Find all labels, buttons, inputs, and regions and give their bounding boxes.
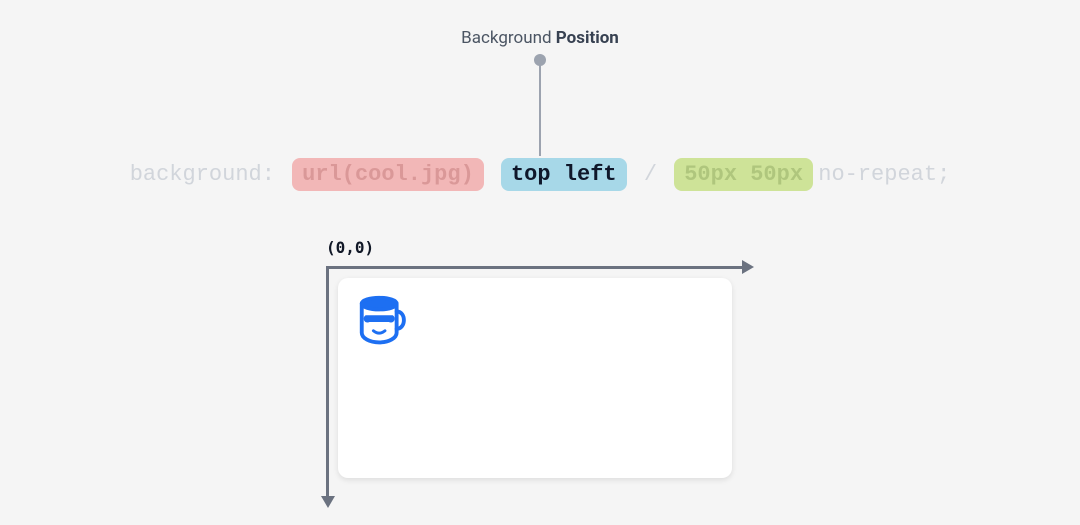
code-size-token: 50px 50px: [674, 158, 813, 191]
origin-label: (0,0): [326, 238, 374, 257]
arrow-right-icon: [742, 260, 754, 274]
background-box: [338, 278, 732, 478]
diagram-title: Background Position: [0, 28, 1080, 48]
title-prefix: Background: [461, 28, 556, 48]
x-axis-line-icon: [326, 266, 742, 269]
code-url-token: url(cool.jpg): [292, 158, 484, 191]
y-axis-line-icon: [326, 266, 329, 496]
code-property: background:: [130, 158, 275, 191]
connector-line-icon: [539, 58, 541, 156]
arrow-down-icon: [321, 496, 335, 508]
title-emphasis: Position: [556, 28, 619, 48]
code-repeat: no-repeat;: [818, 158, 950, 191]
mug-icon: [354, 292, 416, 354]
css-code-line: background: url(cool.jpg) top left / 50p…: [0, 158, 1080, 191]
code-position-token: top left: [501, 158, 627, 191]
code-separator: /: [644, 158, 657, 191]
